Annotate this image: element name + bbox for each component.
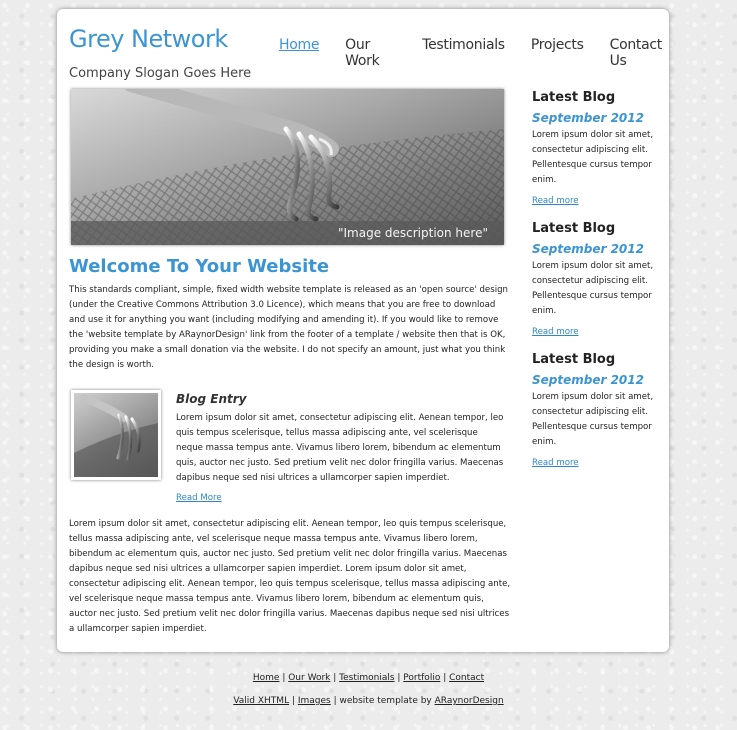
footer-link-contact[interactable]: Contact — [449, 673, 484, 683]
footer-nav: Home | Our Work | Testimonials | Portfol… — [0, 673, 737, 683]
blog-entry-text: Lorem ipsum dolor sit amet, consectetur … — [176, 413, 504, 483]
thumbnail-graphic — [74, 394, 158, 477]
blog-entry-read-more-link[interactable]: Read More — [176, 493, 222, 503]
sidebar-blog-text: Lorem ipsum dolor sit amet, consectetur … — [532, 261, 654, 316]
welcome-heading: Welcome To Your Website — [69, 256, 330, 277]
sidebar-blog-heading: Latest Blog — [532, 221, 616, 236]
sidebar-blog-date: September 2012 — [532, 242, 644, 256]
footer-separator: | — [394, 673, 404, 683]
footer-separator: | — [289, 696, 298, 706]
sidebar-read-more-link[interactable]: Read more — [532, 458, 579, 468]
nav-projects[interactable]: Projects — [531, 37, 584, 69]
footer-separator: | — [330, 673, 340, 683]
blog-entry-thumbnail — [71, 390, 161, 480]
footer-separator: | — [440, 673, 450, 683]
footer-link-portfolio[interactable]: Portfolio — [403, 673, 440, 683]
company-slogan: Company Slogan Goes Here — [69, 66, 252, 81]
banner-caption-bar: "Image description here" — [71, 221, 504, 245]
nav-testimonials[interactable]: Testimonials — [422, 37, 505, 69]
footer-link-our-work[interactable]: Our Work — [288, 673, 330, 683]
footer-credit-text: | website template by — [330, 696, 435, 706]
sidebar-blog-heading: Latest Blog — [532, 90, 616, 105]
sidebar-blog-date: September 2012 — [532, 111, 644, 125]
intro-paragraph: This standards compliant, simple, fixed … — [69, 285, 508, 370]
sidebar-blog-block: Latest Blog September 2012 Lorem ipsum d… — [532, 90, 662, 207]
footer-separator: | — [279, 673, 289, 683]
page-container: Grey Network Company Slogan Goes Here Ho… — [57, 9, 669, 652]
sidebar-blog-block: Latest Blog September 2012 Lorem ipsum d… — [532, 352, 662, 469]
banner-caption: "Image description here" — [337, 226, 488, 240]
sidebar-blog-date: September 2012 — [532, 373, 644, 387]
footer-valid-xhtml-link[interactable]: Valid XHTML — [233, 696, 289, 706]
footer-author-link[interactable]: ARaynorDesign — [435, 696, 504, 706]
sidebar-read-more-link[interactable]: Read more — [532, 196, 579, 206]
nav-home[interactable]: Home — [279, 37, 319, 69]
banner-image: "Image description here" — [71, 89, 504, 245]
sidebar-blog-text: Lorem ipsum dolor sit amet, consectetur … — [532, 392, 654, 447]
blog-entry-title: Blog Entry — [176, 392, 247, 406]
sidebar-blog-heading: Latest Blog — [532, 352, 616, 367]
main-nav: Home Our Work Testimonials Projects Cont… — [279, 37, 669, 69]
footer-images-link[interactable]: Images — [298, 696, 331, 706]
body-paragraph: Lorem ipsum dolor sit amet, consectetur … — [69, 519, 511, 634]
sidebar-read-more-link[interactable]: Read more — [532, 327, 579, 337]
sidebar-blog-block: Latest Blog September 2012 Lorem ipsum d… — [532, 221, 662, 338]
footer-link-home[interactable]: Home — [253, 673, 280, 683]
nav-contact-us[interactable]: Contact Us — [610, 37, 669, 69]
site-title[interactable]: Grey Network — [69, 25, 228, 53]
footer-credit: Valid XHTML | Images | website template … — [0, 696, 737, 706]
footer-link-testimonials[interactable]: Testimonials — [339, 673, 394, 683]
nav-our-work[interactable]: Our Work — [345, 37, 396, 69]
sidebar-blog-text: Lorem ipsum dolor sit amet, consectetur … — [532, 130, 654, 185]
